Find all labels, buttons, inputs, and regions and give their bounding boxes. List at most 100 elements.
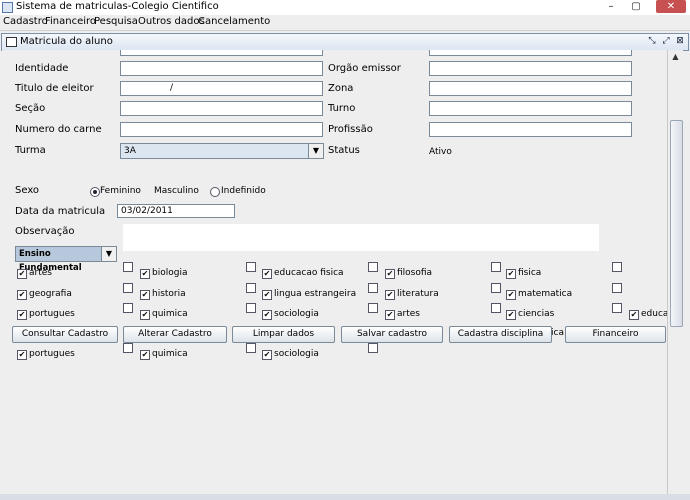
turno-input[interactable]: [429, 101, 632, 116]
overlapped-label: ica: [551, 328, 564, 338]
turma-combo[interactable]: 3A ▼: [120, 143, 324, 159]
menu-bar: Cadastro Financeiro Pesquisa Outros dado…: [0, 15, 690, 31]
disciplina-checkbox[interactable]: ✔: [140, 350, 150, 360]
extra-checkbox[interactable]: [491, 283, 501, 293]
menu-cadastro[interactable]: Cadastro: [3, 16, 48, 27]
disciplina-checkbox[interactable]: ✔: [262, 269, 272, 279]
extra-checkbox[interactable]: [368, 262, 378, 272]
disciplina-checkbox[interactable]: ✔: [140, 269, 150, 279]
frame-iconify-icon[interactable]: ⤡: [646, 35, 658, 47]
profissao-input[interactable]: [429, 122, 632, 137]
extra-checkbox[interactable]: [246, 283, 256, 293]
extra-checkbox[interactable]: [246, 343, 256, 353]
titulo-label: Titulo de eleitor: [15, 83, 94, 94]
hidden-top-field-left[interactable]: [120, 50, 323, 56]
status-label: Status: [328, 145, 360, 156]
profissao-label: Profissão: [328, 124, 373, 135]
limpar-dados-button[interactable]: Limpar dados: [232, 326, 335, 343]
alterar-cadastro-button[interactable]: Alterar Cadastro: [123, 326, 227, 343]
disciplina-checkbox[interactable]: ✔: [506, 269, 516, 279]
extra-checkbox[interactable]: [612, 283, 622, 293]
titulo-input[interactable]: /: [120, 81, 323, 96]
disciplina-checkbox[interactable]: ✔: [140, 290, 150, 300]
salvar-cadastro-button[interactable]: Salvar cadastro: [341, 326, 443, 343]
secao-input[interactable]: [120, 101, 323, 116]
cadastra-disciplina-button[interactable]: Cadastra disciplina: [449, 326, 552, 343]
secao-label: Seção: [15, 103, 46, 114]
disciplina-checkbox[interactable]: ✔: [385, 269, 395, 279]
extra-checkbox[interactable]: [246, 262, 256, 272]
disciplina-checkbox[interactable]: ✔: [17, 350, 27, 360]
ensino-combo[interactable]: Ensino Fundamental ▼: [15, 246, 117, 273]
disciplina-checkbox[interactable]: ✔: [17, 290, 27, 300]
disciplina-checkbox[interactable]: ✔: [629, 310, 639, 320]
extra-checkbox[interactable]: [491, 262, 501, 272]
radio-indefinido[interactable]: [210, 187, 220, 197]
radio-feminino-label: Feminino: [100, 186, 141, 196]
consultar-cadastro-button[interactable]: Consultar Cadastro: [12, 326, 118, 343]
extra-checkbox[interactable]: [246, 303, 256, 313]
extra-checkbox[interactable]: [123, 303, 133, 313]
identidade-input[interactable]: [120, 61, 323, 76]
disciplina-checkbox[interactable]: ✔: [17, 310, 27, 320]
disciplina-label: educac: [641, 309, 667, 319]
hidden-top-field-right[interactable]: [429, 50, 632, 56]
orgao-label: Orgão emissor: [328, 63, 401, 74]
extra-checkbox[interactable]: [123, 283, 133, 293]
disciplina-checkbox[interactable]: ✔: [262, 290, 272, 300]
scroll-thumb[interactable]: [670, 120, 683, 327]
disciplina-checkbox[interactable]: ✔: [506, 290, 516, 300]
disciplina-checkbox[interactable]: ✔: [385, 290, 395, 300]
menu-outros-dados[interactable]: Outros dados: [138, 16, 205, 27]
frame-close-icon[interactable]: ⊠: [674, 35, 686, 47]
app-icon: [2, 2, 13, 13]
radio-feminino[interactable]: [90, 187, 100, 197]
carne-input[interactable]: [120, 122, 323, 137]
turma-label: Turma: [15, 145, 46, 156]
disciplina-checkbox[interactable]: ✔: [506, 310, 516, 320]
disciplina-checkbox[interactable]: ✔: [17, 269, 27, 279]
disciplina-label: quimica: [152, 349, 188, 359]
disciplina-label: portugues: [29, 309, 75, 319]
extra-checkbox[interactable]: [368, 283, 378, 293]
disciplina-label: matematica: [518, 289, 573, 299]
extra-checkbox[interactable]: [368, 343, 378, 353]
disciplina-label: lingua estrangeira: [274, 289, 357, 299]
minimize-button[interactable]: –: [600, 0, 622, 13]
disciplina-label: ciencias: [518, 309, 555, 319]
disciplina-label: filosofia: [397, 268, 433, 278]
menu-financeiro[interactable]: Financeiro: [45, 16, 96, 27]
maximize-button[interactable]: ▢: [625, 0, 647, 13]
frame-restore-icon[interactable]: ⤢: [660, 35, 672, 47]
chevron-down-icon[interactable]: ▼: [101, 247, 116, 261]
extra-checkbox[interactable]: [123, 343, 133, 353]
disciplina-label: artes: [397, 309, 420, 319]
menu-cancelamento[interactable]: Cancelamento: [198, 16, 270, 27]
disciplina-checkbox[interactable]: ✔: [385, 310, 395, 320]
disciplina-label: fisica: [518, 268, 542, 278]
extra-checkbox[interactable]: [491, 303, 501, 313]
turno-label: Turno: [328, 103, 356, 114]
financeiro-button[interactable]: Financeiro: [565, 326, 666, 343]
status-value: Ativo: [429, 147, 452, 157]
orgao-input[interactable]: [429, 61, 632, 76]
observacao-textarea[interactable]: [123, 224, 599, 251]
vertical-scrollbar[interactable]: ▲: [667, 50, 683, 500]
menu-pesquisa[interactable]: Pesquisa: [94, 16, 138, 27]
disciplina-checkbox[interactable]: ✔: [262, 350, 272, 360]
zona-input[interactable]: [429, 81, 632, 96]
close-button[interactable]: ✕: [656, 0, 686, 13]
extra-checkbox[interactable]: [612, 262, 622, 272]
disciplina-checkbox[interactable]: ✔: [140, 310, 150, 320]
extra-checkbox[interactable]: [368, 303, 378, 313]
disciplina-label: artes: [29, 268, 52, 278]
scroll-up-icon[interactable]: ▲: [668, 50, 683, 64]
disciplina-checkbox[interactable]: ✔: [262, 310, 272, 320]
extra-checkbox[interactable]: [123, 262, 133, 272]
extra-checkbox[interactable]: [612, 303, 622, 313]
radio-masculino-label[interactable]: Masculino: [154, 186, 199, 196]
data-matricula-input[interactable]: 03/02/2011: [117, 204, 235, 218]
zona-label: Zona: [328, 83, 354, 94]
turma-value: 3A: [124, 146, 136, 156]
chevron-down-icon[interactable]: ▼: [308, 144, 323, 158]
